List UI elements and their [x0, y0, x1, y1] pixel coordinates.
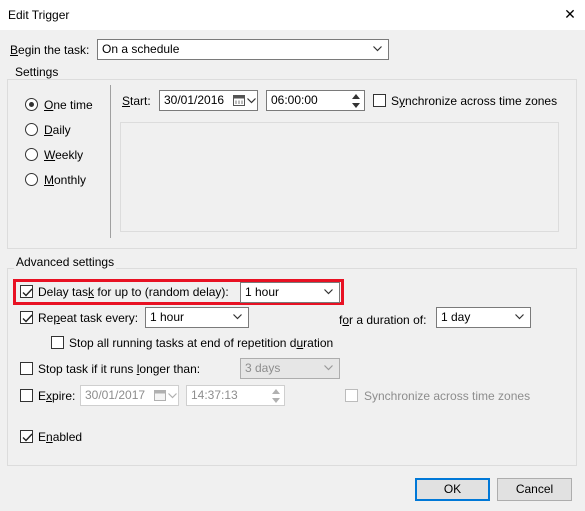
radio-weekly[interactable] — [25, 148, 38, 161]
start-time-value: 06:00:00 — [271, 93, 318, 107]
delay-value: 1 hour — [245, 285, 280, 299]
calendar-icon — [233, 95, 245, 106]
chevron-down-icon — [233, 314, 242, 320]
start-time-field[interactable]: 06:00:00 — [266, 90, 365, 111]
spin-up-icon — [272, 389, 280, 394]
spin-up-icon[interactable] — [351, 93, 361, 100]
sync-timezones-label: Synchronize across time zones — [391, 94, 558, 108]
expire-label: Expire: — [38, 389, 76, 403]
calendar-icon — [154, 390, 166, 401]
start-date-value: 30/01/2016 — [164, 93, 225, 107]
expire-date-value: 30/01/2017 — [85, 388, 146, 402]
repeat-label: Repeat task every: — [38, 311, 139, 325]
date-chevron-down-icon — [168, 393, 177, 399]
start-date-picker[interactable]: 30/01/2016 — [159, 90, 258, 111]
close-icon[interactable]: ✕ — [562, 6, 578, 22]
schedule-detail-panel — [120, 122, 559, 232]
advanced-group-label: Advanced settings — [14, 255, 117, 269]
delay-label: Delay task for up to (random delay): — [38, 285, 229, 299]
chevron-down-icon — [373, 46, 382, 52]
sync-timezones-checkbox[interactable] — [373, 94, 386, 107]
duration-label: for a duration of: — [339, 313, 427, 327]
radio-one-time-label: One time — [44, 98, 93, 112]
begin-task-label: Begin the task: — [10, 43, 90, 57]
cancel-button[interactable]: Cancel — [497, 478, 572, 501]
chevron-down-icon — [324, 289, 333, 295]
stop-running-label: Stop all running tasks at end of repetit… — [69, 336, 334, 350]
expire-sync-label: Synchronize across time zones — [364, 389, 531, 403]
settings-group-label: Settings — [13, 65, 61, 79]
checkmark-icon — [22, 314, 33, 323]
delay-dropdown[interactable]: 1 hour — [240, 282, 340, 303]
stop-longer-dropdown: 3 days — [240, 358, 340, 379]
enabled-label: Enabled — [38, 430, 83, 444]
radio-one-time[interactable] — [25, 98, 38, 111]
radio-monthly-label: Monthly — [44, 173, 87, 187]
checkmark-icon — [22, 433, 33, 442]
repeat-dropdown[interactable]: 1 hour — [145, 307, 249, 328]
repeat-checkbox[interactable] — [20, 311, 33, 324]
duration-value: 1 day — [441, 310, 471, 324]
spin-down-icon[interactable] — [351, 102, 361, 109]
settings-separator — [110, 85, 111, 238]
enabled-checkbox[interactable] — [20, 430, 33, 443]
begin-task-value: On a schedule — [102, 42, 180, 56]
radio-monthly[interactable] — [25, 173, 38, 186]
expire-sync-checkbox — [345, 389, 358, 402]
stop-longer-label: Stop task if it runs longer than: — [38, 362, 201, 376]
checkmark-icon — [22, 288, 33, 297]
ok-button[interactable]: OK — [415, 478, 490, 501]
radio-weekly-label: Weekly — [44, 148, 84, 162]
date-chevron-down-icon — [247, 98, 256, 104]
duration-dropdown[interactable]: 1 day — [436, 307, 531, 328]
title-bar — [0, 0, 585, 30]
stop-longer-value: 3 days — [245, 361, 281, 375]
repeat-value: 1 hour — [150, 310, 185, 324]
radio-daily[interactable] — [25, 123, 38, 136]
expire-checkbox[interactable] — [20, 389, 33, 402]
stop-running-checkbox[interactable] — [51, 336, 64, 349]
expire-time-value: 14:37:13 — [191, 388, 238, 402]
spin-down-icon — [272, 398, 280, 403]
expire-time-field: 14:37:13 — [186, 385, 285, 406]
stop-longer-checkbox[interactable] — [20, 362, 33, 375]
window-title: Edit Trigger — [8, 8, 70, 22]
delay-checkbox[interactable] — [20, 285, 33, 298]
chevron-down-icon — [515, 314, 524, 320]
begin-task-dropdown[interactable]: On a schedule — [97, 39, 389, 60]
chevron-down-icon — [324, 365, 333, 371]
start-label: Start: — [122, 94, 151, 108]
radio-daily-label: Daily — [44, 123, 71, 137]
expire-date-picker: 30/01/2017 — [80, 385, 179, 406]
